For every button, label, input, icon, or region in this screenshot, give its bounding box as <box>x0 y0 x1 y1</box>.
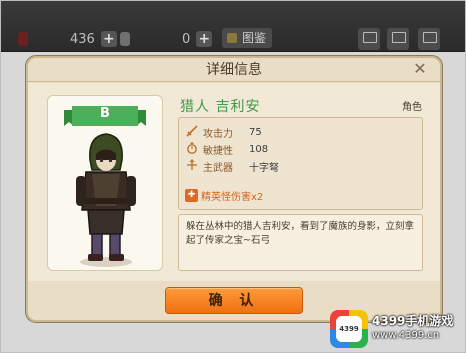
elite-bonus-row: ✚ 精英怪伤害x2 <box>185 187 263 203</box>
hero-portrait-card: B <box>47 95 163 271</box>
resource-counter-2: 0 + <box>120 30 213 48</box>
hero-description: 躲在丛林中的猎人吉利安，看到了魔族的身影，立刻拿起了传家之宝~石弓 <box>178 214 423 271</box>
stat-row-attack: 攻击力 75 <box>185 124 262 140</box>
watermark-title: 4399手机游戏 <box>372 314 454 328</box>
menu-icon[interactable] <box>418 28 440 50</box>
stat-label-weapon: 主武器 <box>203 162 233 174</box>
top-resource-bar: 436 + 0 + 图鉴 <box>0 0 466 52</box>
dialog-body: B 猎人 吉利安 角色 攻击力 75 敏捷性 108 主武器 十字弩 ✚ 精英怪… <box>28 83 440 281</box>
4399-logo-icon: 4399 <box>330 310 368 348</box>
stat-row-weapon: 主武器 十字弩 <box>185 158 279 174</box>
elite-bonus-text: 精英怪伤害x2 <box>201 191 264 203</box>
crossbow-icon <box>185 159 199 173</box>
hero-name: 猎人 吉利安 <box>180 99 261 115</box>
watermark-url: www.4399.cn <box>372 330 440 341</box>
logo-text: 4399 <box>336 316 362 342</box>
stat-row-agility: 敏捷性 108 <box>185 141 268 157</box>
confirm-button[interactable]: 确 认 <box>165 287 303 314</box>
watermark-4399: 4399 4399手机游戏 www.4399.cn <box>330 308 464 350</box>
atlas-button[interactable]: 图鉴 <box>222 28 272 48</box>
add-resource-2-button[interactable]: + <box>196 31 213 47</box>
dialog-title: 详细信息 <box>28 58 440 82</box>
gem-icon <box>18 32 28 46</box>
stat-label-attack: 攻击力 <box>203 128 233 140</box>
notes-icon[interactable] <box>387 28 409 50</box>
resource-1-value: 436 <box>70 31 95 47</box>
hunter-character-image <box>76 133 136 267</box>
stat-value-agility: 108 <box>249 143 269 155</box>
stat-value-weapon: 十字弩 <box>249 162 279 174</box>
hero-type-label: 角色 <box>402 102 422 113</box>
detail-dialog: 详细信息 ✕ B 猎人 吉利安 角色 攻击力 75 敏捷性 108 主武器 十字… <box>26 56 442 322</box>
key-icon <box>120 32 130 46</box>
elite-skill-icon: ✚ <box>185 188 198 202</box>
stat-value-attack: 75 <box>249 126 262 138</box>
rank-label: B <box>100 106 110 121</box>
resource-counter-1: 436 + <box>18 30 117 48</box>
stats-panel: 攻击力 75 敏捷性 108 主武器 十字弩 ✚ 精英怪伤害x2 <box>178 117 423 210</box>
sword-icon <box>185 125 199 139</box>
resource-2-value: 0 <box>182 31 191 47</box>
stopwatch-icon <box>185 142 199 156</box>
close-icon[interactable]: ✕ <box>412 61 428 77</box>
stat-label-agility: 敏捷性 <box>203 145 233 157</box>
mail-icon[interactable] <box>358 28 380 50</box>
add-resource-1-button[interactable]: + <box>100 31 117 47</box>
